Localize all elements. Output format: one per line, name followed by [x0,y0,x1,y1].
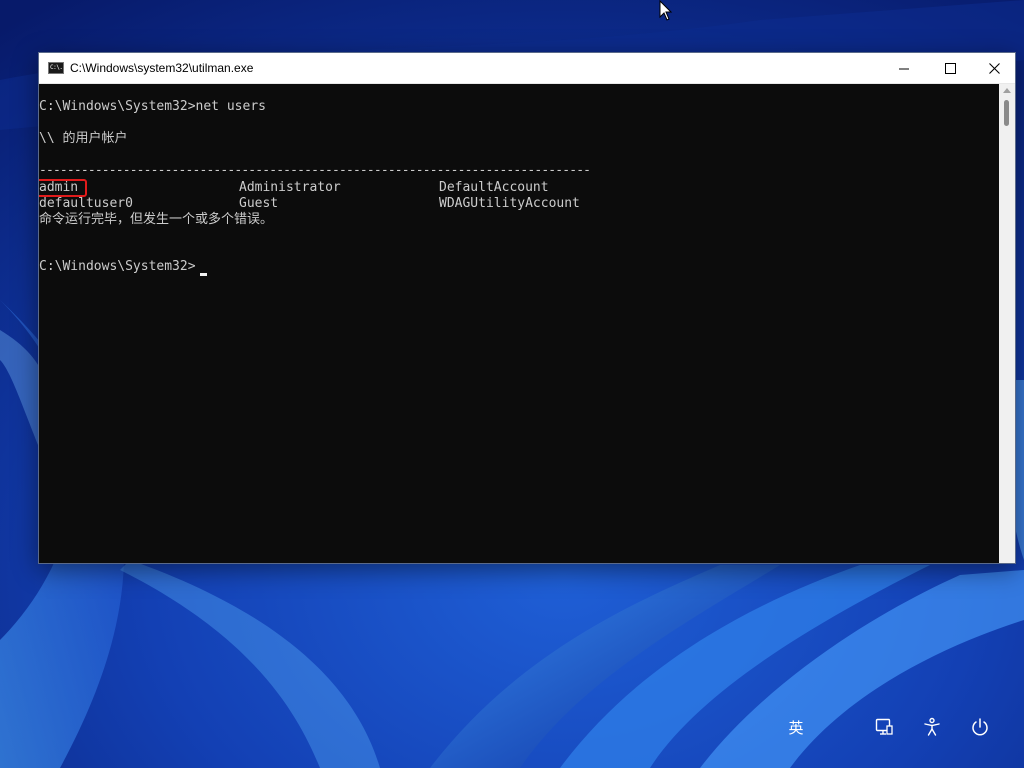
user-defaultuser0: defaultuser0 [39,196,133,211]
user-accounts-header: \\ 的用户帐户 [39,131,128,146]
console-window[interactable]: C:\. C:\Windows\system32\utilman.exe C:\… [38,52,1016,564]
maximize-icon [944,62,956,74]
title-bar[interactable]: C:\. C:\Windows\system32\utilman.exe [39,53,1015,84]
separator-line: ----------------------------------------… [39,163,591,178]
power-button[interactable] [968,714,992,740]
minimize-button[interactable] [881,53,927,83]
user-defaultaccount: DefaultAccount [439,180,549,195]
input-language-button[interactable]: 英 [784,714,808,740]
accessibility-button[interactable] [920,714,944,740]
user-guest: Guest [239,196,279,211]
console-app-icon-label: C:\. [50,64,63,71]
text-cursor [200,273,207,276]
scroll-up-arrow-icon[interactable] [1003,88,1011,93]
user-administrator: Administrator [239,180,341,195]
scroll-thumb[interactable] [1004,100,1009,126]
command-status-message: 命令运行完毕，但发生一个或多个错误。 [39,212,274,227]
power-icon [972,718,988,736]
accessibility-icon [924,717,940,736]
admin-highlight-box [39,179,87,197]
command-line-net-users: C:\Windows\System32>net users [39,99,266,114]
window-title: C:\Windows\system32\utilman.exe [70,61,254,75]
vertical-scrollbar[interactable] [999,84,1015,563]
close-button[interactable] [971,53,1017,83]
network-icon [875,718,893,735]
mouse-cursor-icon [659,0,673,22]
command-prompt[interactable]: C:\Windows\System32> [39,259,196,275]
close-icon [988,62,1000,74]
user-wdagutilityaccount: WDAGUtilityAccount [439,196,580,211]
console-app-icon: C:\. [48,62,64,74]
minimize-icon [898,68,909,69]
network-button[interactable] [872,714,896,740]
console-output[interactable]: C:\Windows\System32>net users \\ 的用户帐户 -… [39,84,999,563]
maximize-button[interactable] [927,53,973,83]
